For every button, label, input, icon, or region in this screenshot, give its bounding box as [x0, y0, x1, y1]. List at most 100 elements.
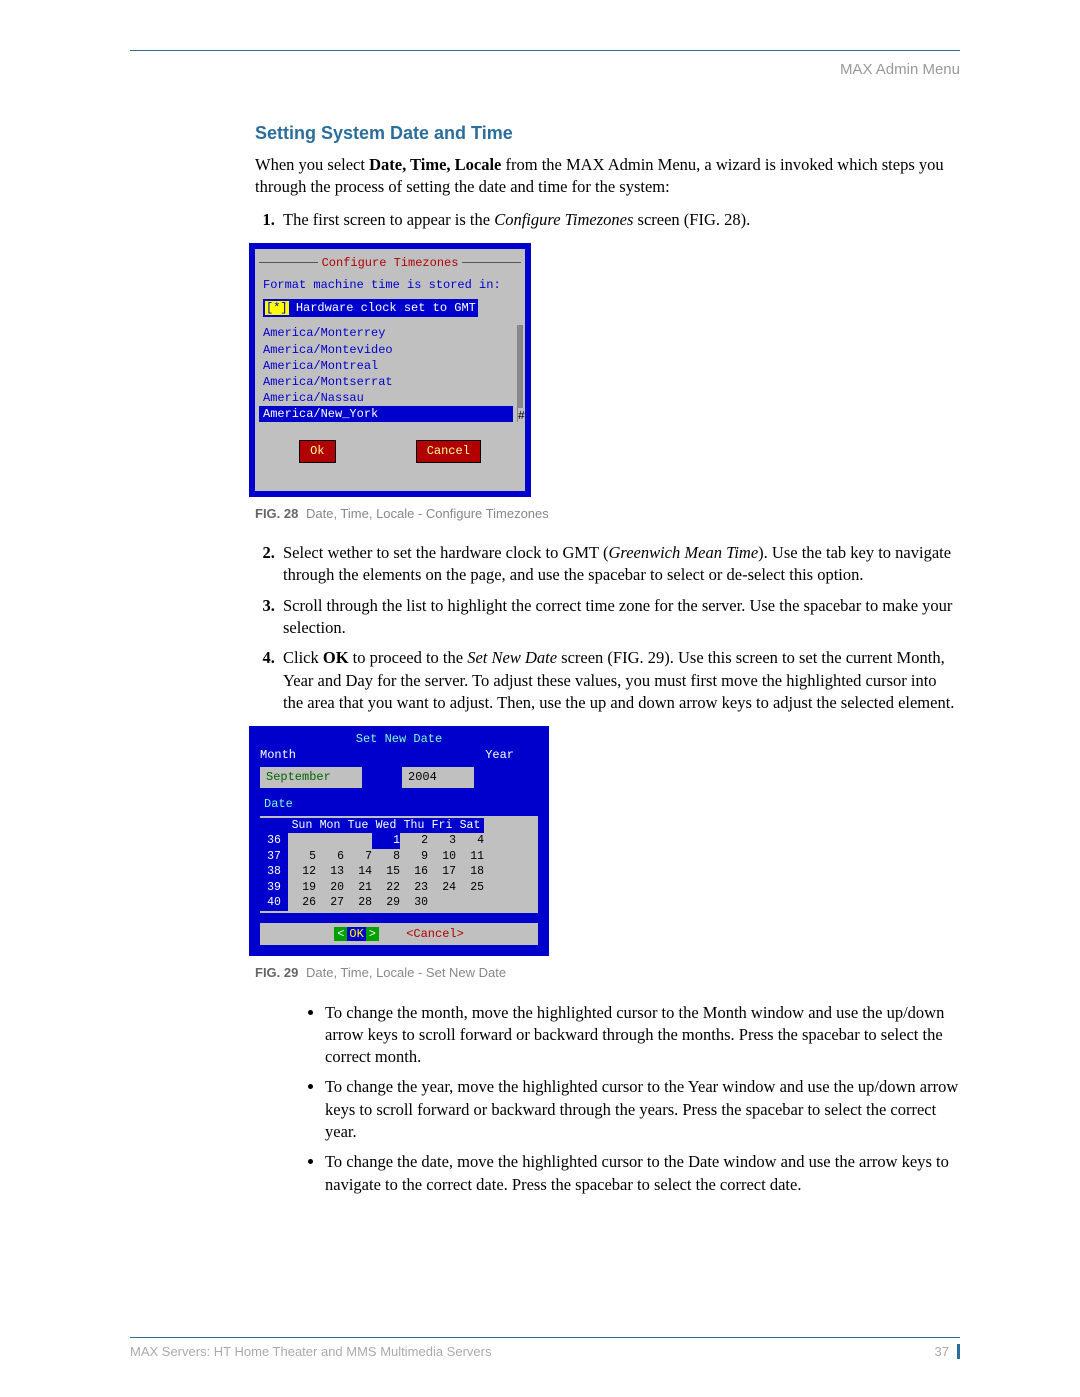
day[interactable]: 28: [344, 895, 372, 911]
fig29-caption-text: Date, Time, Locale - Set New Date: [306, 965, 506, 980]
tz-item[interactable]: America/Nassau: [259, 390, 513, 406]
week-num: 39: [260, 880, 288, 896]
step-3: Scroll through the list to highlight the…: [279, 595, 960, 640]
day[interactable]: 22: [372, 880, 400, 896]
day[interactable]: 23: [400, 880, 428, 896]
day[interactable]: 4: [456, 833, 484, 849]
calendar-grid[interactable]: Sun Mon Tue Wed Thu Fri Sat 36 1 2 3 4 3…: [260, 816, 538, 913]
cancel-button[interactable]: <Cancel>: [406, 927, 464, 941]
tz-item[interactable]: America/Montevideo: [259, 342, 513, 358]
year-value[interactable]: 2004: [402, 767, 474, 787]
day[interactable]: 19: [288, 880, 316, 896]
steps-list-cont: Select wether to set the hardware clock …: [255, 542, 960, 714]
step4-b1: OK: [323, 648, 349, 667]
day[interactable]: 16: [400, 864, 428, 880]
step1-pre: The first screen to appear is the: [283, 210, 494, 229]
fig29-caption-label: FIG. 29: [255, 965, 298, 980]
figure-28-title-row: Configure Timezones: [259, 255, 521, 271]
day[interactable]: 3: [428, 833, 456, 849]
day[interactable]: 7: [344, 849, 372, 865]
month-value[interactable]: September: [260, 767, 362, 787]
week-num: 38: [260, 864, 288, 880]
day[interactable]: 11: [456, 849, 484, 865]
figure-28-button-row: Ok Cancel: [259, 440, 521, 462]
ok-button[interactable]: OK: [347, 927, 365, 941]
day[interactable]: 17: [428, 864, 456, 880]
week-num: 36: [260, 833, 288, 849]
day[interactable]: 15: [372, 864, 400, 880]
scrollbar[interactable]: [517, 325, 523, 422]
month-label: Month: [260, 747, 296, 763]
bullet-date: To change the date, move the highlighted…: [325, 1151, 960, 1196]
content-body: When you select Date, Time, Locale from …: [255, 154, 960, 1196]
day[interactable]: 13: [316, 864, 344, 880]
tz-item[interactable]: America/Monterrey: [259, 325, 513, 341]
footer-title: MAX Servers: HT Home Theater and MMS Mul…: [130, 1344, 491, 1359]
step-4: Click OK to proceed to the Set New Date …: [279, 647, 960, 714]
step4-t1: Click: [283, 648, 323, 667]
dow: Sun: [288, 818, 316, 834]
step1-italic: Configure Timezones: [494, 210, 633, 229]
step2-italic: Greenwich Mean Time: [608, 543, 758, 562]
ok-arrow-right-icon[interactable]: >: [366, 927, 379, 941]
week-num: 37: [260, 849, 288, 865]
figure-28-caption: FIG. 28 Date, Time, Locale - Configure T…: [255, 505, 960, 523]
day[interactable]: 30: [400, 895, 428, 911]
step4-i1: Set New Date: [467, 648, 557, 667]
step-2: Select wether to set the hardware clock …: [279, 542, 960, 587]
step-1: The first screen to appear is the Config…: [279, 209, 960, 231]
sub-bullets: To change the month, move the highlighte…: [305, 1002, 960, 1196]
header-section-name: MAX Admin Menu: [130, 61, 960, 78]
steps-list: The first screen to appear is the Config…: [255, 209, 960, 231]
gmt-checkbox-row[interactable]: [*] Hardware clock set to GMT: [263, 299, 478, 317]
fig28-caption-text: Date, Time, Locale - Configure Timezones: [306, 506, 549, 521]
day[interactable]: 6: [316, 849, 344, 865]
ok-arrow-left-icon[interactable]: <: [334, 927, 347, 941]
day[interactable]: 8: [372, 849, 400, 865]
day[interactable]: 10: [428, 849, 456, 865]
day[interactable]: 21: [344, 880, 372, 896]
day[interactable]: 12: [288, 864, 316, 880]
dow: Mon: [316, 818, 344, 834]
day[interactable]: 5: [288, 849, 316, 865]
intro-paragraph: When you select Date, Time, Locale from …: [255, 154, 960, 199]
day[interactable]: 18: [456, 864, 484, 880]
tz-item[interactable]: America/Montreal: [259, 358, 513, 374]
day[interactable]: 14: [344, 864, 372, 880]
step2-pre: Select wether to set the hardware clock …: [283, 543, 608, 562]
year-label: Year: [485, 747, 514, 763]
day[interactable]: 26: [288, 895, 316, 911]
day[interactable]: 25: [456, 880, 484, 896]
ok-button[interactable]: Ok: [299, 440, 335, 462]
intro-bold: Date, Time, Locale: [369, 155, 501, 174]
tz-item-selected[interactable]: America/New_York: [259, 406, 513, 422]
document-page: MAX Admin Menu Setting System Date and T…: [0, 0, 1080, 1397]
bullet-year: To change the year, move the highlighted…: [325, 1076, 960, 1143]
cancel-button[interactable]: Cancel: [416, 440, 481, 462]
tz-item[interactable]: America/Montserrat: [259, 374, 513, 390]
figure-28-format-label: Format machine time is stored in:: [263, 277, 517, 293]
date-label: Date: [264, 796, 293, 812]
day[interactable]: 27: [316, 895, 344, 911]
day[interactable]: 9: [400, 849, 428, 865]
intro-pre: When you select: [255, 155, 369, 174]
figure-28-inner: Configure Timezones Format machine time …: [255, 249, 525, 491]
timezone-list[interactable]: America/Monterrey America/Montevideo Ame…: [259, 325, 521, 422]
day[interactable]: 29: [372, 895, 400, 911]
figure-29-title: Set New Date: [254, 731, 544, 747]
day[interactable]: 2: [400, 833, 428, 849]
header-rule: [130, 50, 960, 51]
figure-29-caption: FIG. 29 Date, Time, Locale - Set New Dat…: [255, 964, 960, 982]
bullet-month: To change the month, move the highlighte…: [325, 1002, 960, 1069]
figure-28-terminal: Configure Timezones Format machine time …: [249, 243, 531, 497]
dow: Wed: [372, 818, 400, 834]
dow: Tue: [344, 818, 372, 834]
dow: Thu: [400, 818, 428, 834]
page-number: 37: [935, 1344, 960, 1359]
figure-29-terminal: Set New Date Month Year September 2004 D…: [249, 726, 549, 956]
week-num: 40: [260, 895, 288, 911]
day[interactable]: 24: [428, 880, 456, 896]
day-selected[interactable]: 1: [372, 833, 400, 849]
day[interactable]: 20: [316, 880, 344, 896]
page-footer: MAX Servers: HT Home Theater and MMS Mul…: [130, 1337, 960, 1359]
